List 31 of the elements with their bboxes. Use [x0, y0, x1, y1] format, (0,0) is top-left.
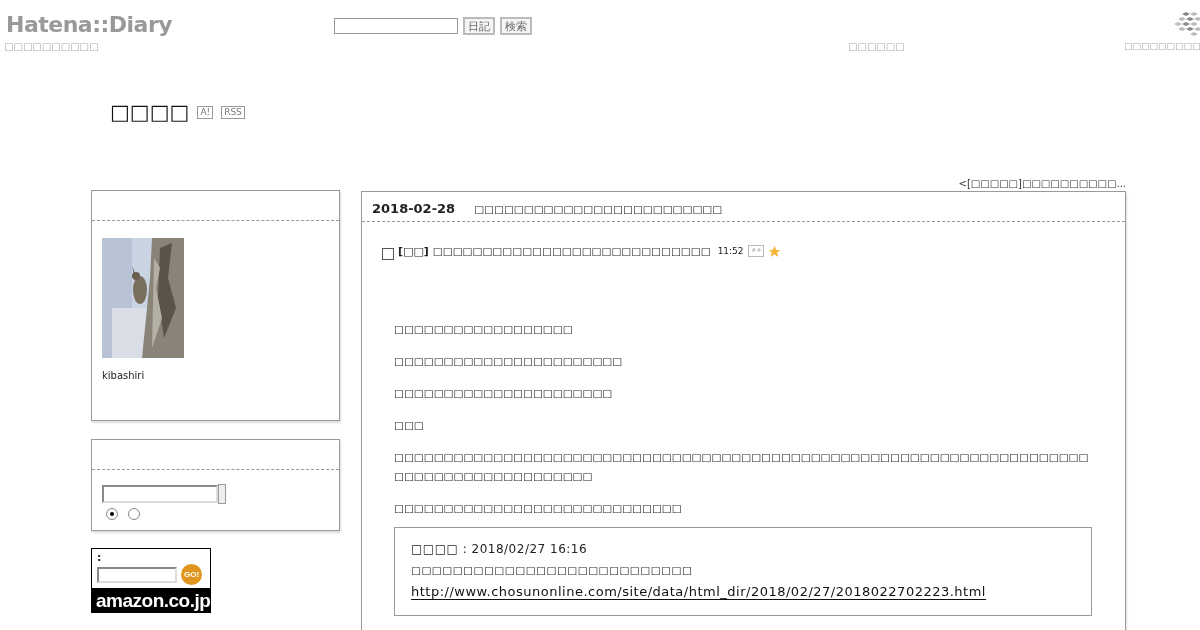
- paragraph: □□□: [394, 418, 425, 433]
- sidebar-search-field[interactable]: [102, 485, 218, 503]
- feed-badge[interactable]: A!: [197, 105, 214, 119]
- radio-button[interactable]: [106, 508, 118, 520]
- previous-entry-link[interactable]: <[□□□□□]□□□□□□□□□□...: [958, 178, 1126, 189]
- quote-text: □□□□□□□□□□□□□□□□□□□□□□□□□□□: [411, 564, 694, 576]
- blog-title[interactable]: □□□□: [110, 100, 190, 124]
- quote-source: □□□□ : 2018/02/27 16:16: [411, 542, 589, 556]
- paragraph: □□□□□□□□□□□□□□□□□□□□□□□: [394, 354, 624, 369]
- amazon-logo[interactable]: amazon.co.jp: [92, 588, 210, 612]
- amazon-search-field[interactable]: [97, 566, 177, 583]
- search-field[interactable]: [334, 18, 458, 34]
- paragraph: □□□□□□□□□□□□□□□□□□□□□□□□□□□□□: [394, 501, 683, 516]
- profile-name: kibashiri: [102, 370, 146, 383]
- paragraph: □□□□□□□□□□□□□□□□□□: [394, 322, 574, 337]
- square-icon[interactable]: [382, 248, 394, 260]
- entry-title: □□□□□□□□□□□□□□□□□□□□□□□□□: [474, 203, 723, 215]
- article-link[interactable]: http://www.chosunonline.com/site/data/html_dir/2018/02/27/2018022702223.html: [411, 584, 986, 600]
- section-heading: □□□□□□□□□□□□□□□□□□□□□□□□□□□□: [432, 245, 711, 257]
- paragraph: □□□□□□□□□□□□□□□□□□□□□□: [394, 386, 614, 401]
- post-time[interactable]: 11:52: [717, 246, 744, 256]
- search-button[interactable]: 日記: [463, 17, 495, 35]
- search-button[interactable]: [218, 484, 226, 504]
- radio-button[interactable]: [128, 508, 140, 520]
- entry-date[interactable]: 2018-02-28: [372, 201, 456, 216]
- paragraph: □□□□□□□□□□□□□□□□□□□□□□□□□□□□□□□□□□□□□□□□□□□□□□□□□□□□□□□□□□□□□□□□□□□□□□□□□□□□□□□□□□□□□□□□□□: [394, 450, 1090, 484]
- feed-badge[interactable]: RSS: [221, 105, 245, 119]
- star-icon[interactable]: [767, 244, 781, 258]
- widget-label: :: [96, 550, 103, 564]
- search-button[interactable]: 検索: [500, 17, 532, 35]
- category-label[interactable]: [□□]: [398, 244, 429, 258]
